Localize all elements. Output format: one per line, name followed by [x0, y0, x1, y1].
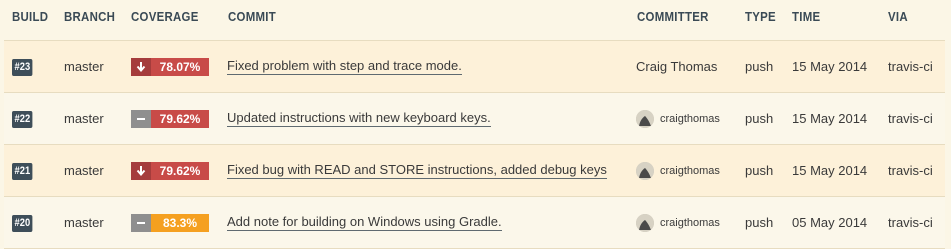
- avatar: [636, 109, 654, 128]
- table-row[interactable]: #20 master 83.3% Add note for building o…: [4, 196, 945, 249]
- coverage-value: 83.3%: [151, 213, 209, 232]
- header-commit: COMMIT: [228, 9, 276, 24]
- build-badge[interactable]: #22: [12, 111, 33, 128]
- build-time: 15 May 2014: [792, 111, 868, 126]
- build-type: push: [745, 59, 774, 74]
- coverage-value: 79.62%: [151, 109, 209, 128]
- build-time: 15 May 2014: [792, 59, 868, 74]
- build-time: 05 May 2014: [792, 215, 868, 230]
- branch-name: master: [64, 111, 104, 126]
- commit-link[interactable]: Fixed problem with step and trace mode.: [227, 58, 462, 75]
- avatar: [636, 161, 654, 180]
- table-row[interactable]: #22 master 79.62% Updated instructions w…: [4, 92, 945, 144]
- avatar: [636, 213, 654, 232]
- commit-link[interactable]: Updated instructions with new keyboard k…: [227, 110, 491, 127]
- header-branch: BRANCH: [64, 9, 116, 24]
- header-build: BUILD: [12, 9, 49, 24]
- build-badge[interactable]: #23: [12, 59, 33, 76]
- branch-name: master: [64, 215, 104, 230]
- commit-link[interactable]: Fixed bug with READ and STORE instructio…: [227, 162, 607, 179]
- commit-link[interactable]: Add note for building on Windows using G…: [227, 214, 502, 231]
- build-type: push: [745, 111, 774, 126]
- coverage-badge: 83.3%: [131, 213, 209, 232]
- branch-name: master: [64, 59, 104, 74]
- build-via: travis-ci: [888, 111, 933, 126]
- header-committer: COMMITTER: [637, 9, 709, 24]
- coverage-value: 78.07%: [151, 57, 209, 76]
- build-type: push: [745, 215, 774, 230]
- coverage-badge: 79.62%: [131, 109, 209, 128]
- arrow-down-icon: [131, 57, 151, 76]
- committer-name[interactable]: craigthomas: [660, 165, 720, 177]
- build-via: travis-ci: [888, 59, 933, 74]
- coverage-badge: 79.62%: [131, 161, 209, 180]
- header-time: TIME: [792, 9, 821, 24]
- build-time: 15 May 2014: [792, 163, 868, 178]
- header-coverage: COVERAGE: [131, 9, 199, 24]
- header-type: TYPE: [745, 9, 776, 24]
- dash-icon: [131, 213, 151, 232]
- arrow-down-icon: [131, 161, 151, 180]
- coverage-badge: 78.07%: [131, 57, 209, 76]
- dash-icon: [131, 109, 151, 128]
- build-via: travis-ci: [888, 163, 933, 178]
- build-badge[interactable]: #21: [12, 163, 33, 180]
- build-type: push: [745, 163, 774, 178]
- build-badge[interactable]: #20: [12, 215, 33, 232]
- committer-name[interactable]: craigthomas: [660, 113, 720, 125]
- build-via: travis-ci: [888, 215, 933, 230]
- coverage-value: 79.62%: [151, 161, 209, 180]
- table-header: BUILD BRANCH COVERAGE COMMIT COMMITTER T…: [0, 0, 951, 34]
- table-row[interactable]: #21 master 79.62% Fixed bug with READ an…: [4, 144, 945, 196]
- table-row[interactable]: #23 master 78.07% Fixed problem with ste…: [4, 40, 945, 92]
- branch-name: master: [64, 163, 104, 178]
- committer-name[interactable]: Craig Thomas: [636, 59, 717, 74]
- committer-name[interactable]: craigthomas: [660, 217, 720, 229]
- header-via: VIA: [888, 9, 908, 24]
